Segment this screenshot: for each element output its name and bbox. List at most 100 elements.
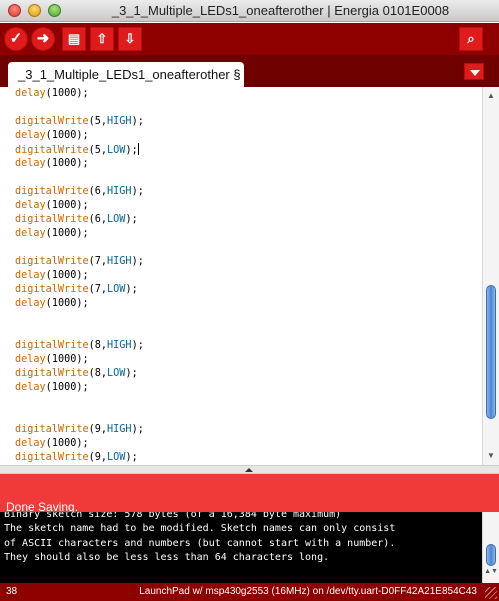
editor-scrollbar[interactable]: ▲ ▼	[482, 87, 499, 465]
code-argument: 8,	[94, 368, 108, 379]
pane-splitter[interactable]	[0, 465, 499, 474]
code-function: digitalWrite	[15, 368, 89, 379]
toolbar: ✓ ➜ ▤ ⇧ ⇩ ⌕	[0, 23, 499, 55]
code-function: digitalWrite	[15, 256, 89, 267]
console-line: Binary sketch size: 578 bytes (of a 16,3…	[4, 512, 342, 520]
code-constant: HIGH	[107, 340, 132, 351]
code-argument: 1000	[51, 438, 77, 449]
code-function: digitalWrite	[15, 340, 89, 351]
code-constant: LOW	[107, 452, 126, 463]
code-function: delay	[15, 228, 46, 239]
code-function: digitalWrite	[15, 145, 89, 156]
console-text: Binary sketch size: 578 bytes (of a 16,3…	[4, 512, 395, 566]
upload-button[interactable]: ➜	[31, 27, 55, 51]
code-line[interactable]: delay(1000);	[15, 199, 144, 213]
resize-grip-icon[interactable]	[485, 587, 497, 599]
code-line[interactable]: digitalWrite(8,LOW);	[15, 367, 144, 381]
tab-sketch[interactable]: _3_1_Multiple_LEDs1_oneafterother §	[8, 62, 244, 87]
console-line: They should also be less less than 64 ch…	[4, 552, 330, 564]
code-constant: LOW	[107, 214, 126, 225]
console-scroll-arrows-icon[interactable]: ▲▼	[483, 568, 499, 580]
code-line[interactable]: digitalWrite(6,HIGH);	[15, 185, 144, 199]
checkmark-icon: ✓	[9, 30, 23, 47]
code-argument: 1000	[51, 354, 77, 365]
code-argument: 7,	[94, 284, 108, 295]
code-function: delay	[15, 200, 46, 211]
console-line: of ASCII characters and numbers (but can…	[4, 537, 396, 549]
code-line[interactable]: digitalWrite(5,LOW);	[15, 143, 144, 157]
code-line[interactable]	[15, 101, 144, 115]
code-line[interactable]	[15, 325, 144, 339]
code-argument: 1000	[51, 130, 77, 141]
code-line[interactable]: delay(1000);	[15, 353, 144, 367]
code-line[interactable]: digitalWrite(7,LOW);	[15, 283, 144, 297]
serial-monitor-button[interactable]: ⌕	[459, 27, 483, 51]
console-scrollbar-thumb[interactable]	[486, 544, 496, 566]
code-function: delay	[15, 158, 46, 169]
scroll-down-arrow-icon[interactable]: ▼	[483, 449, 499, 463]
editor-scrollbar-thumb[interactable]	[486, 285, 496, 419]
code-line[interactable]: delay(1000);	[15, 269, 144, 283]
code-function: delay	[15, 438, 46, 449]
code-text[interactable]: delay(1000); digitalWrite(5,HIGH); delay(1…	[15, 87, 144, 465]
code-line[interactable]: delay(1000);	[15, 157, 144, 171]
new-sketch-button[interactable]: ▤	[62, 27, 86, 51]
code-line[interactable]: digitalWrite(5,HIGH);	[15, 115, 144, 129]
close-window-button[interactable]	[8, 4, 21, 17]
code-line[interactable]: digitalWrite(9,HIGH);	[15, 423, 144, 437]
code-line[interactable]	[15, 409, 144, 423]
code-function: digitalWrite	[15, 424, 89, 435]
right-arrow-icon: ➜	[36, 30, 50, 47]
tab-menu-button[interactable]	[464, 63, 484, 80]
code-argument: 5,	[94, 145, 108, 156]
code-function: digitalWrite	[15, 284, 89, 295]
code-line[interactable]: digitalWrite(9,LOW);	[15, 451, 144, 465]
code-line[interactable]: delay(1000);	[15, 87, 144, 101]
code-argument: 1000	[51, 298, 77, 309]
code-argument: 1000	[51, 88, 77, 99]
console-line: The sketch name had to be modified. Sket…	[4, 523, 396, 535]
code-line[interactable]: digitalWrite(6,LOW);	[15, 213, 144, 227]
down-arrow-icon: ⇩	[124, 31, 136, 46]
minimize-window-button[interactable]	[28, 4, 41, 17]
code-argument: 1000	[51, 228, 77, 239]
code-line[interactable]: delay(1000);	[15, 297, 144, 311]
code-function: digitalWrite	[15, 214, 89, 225]
code-constant: HIGH	[107, 186, 132, 197]
code-argument: 9,	[94, 424, 108, 435]
console-output[interactable]: Binary sketch size: 578 bytes (of a 16,3…	[0, 512, 482, 583]
code-line[interactable]	[15, 241, 144, 255]
console-scrollbar[interactable]: ▲▼	[482, 512, 499, 583]
code-line[interactable]	[15, 171, 144, 185]
code-argument: 5,	[94, 116, 108, 127]
code-line[interactable]: digitalWrite(7,HIGH);	[15, 255, 144, 269]
code-line[interactable]	[15, 395, 144, 409]
code-line[interactable]: delay(1000);	[15, 381, 144, 395]
code-function: delay	[15, 270, 46, 281]
code-constant: HIGH	[107, 116, 132, 127]
code-function: delay	[15, 88, 46, 99]
code-function: digitalWrite	[15, 186, 89, 197]
zoom-window-button[interactable]	[48, 4, 61, 17]
board-info: LaunchPad w/ msp430g2553 (16MHz) on /dev…	[139, 586, 477, 597]
tab-strip: _3_1_Multiple_LEDs1_oneafterother §	[0, 55, 499, 87]
code-line[interactable]: delay(1000);	[15, 129, 144, 143]
code-constant: HIGH	[107, 424, 132, 435]
scroll-up-arrow-icon[interactable]: ▲	[483, 89, 499, 103]
code-function: delay	[15, 382, 46, 393]
open-sketch-button[interactable]: ⇧	[90, 27, 114, 51]
code-argument: 6,	[94, 186, 108, 197]
code-argument: 1000	[51, 200, 77, 211]
code-editor[interactable]: delay(1000); digitalWrite(5,HIGH); delay(1…	[0, 87, 482, 465]
code-constant: HIGH	[107, 256, 132, 267]
code-line[interactable]: digitalWrite(8,HIGH);	[15, 339, 144, 353]
save-sketch-button[interactable]: ⇩	[118, 27, 142, 51]
code-line[interactable]: delay(1000);	[15, 437, 144, 451]
verify-button[interactable]: ✓	[4, 27, 28, 51]
code-line[interactable]	[15, 311, 144, 325]
code-argument: 6,	[94, 214, 108, 225]
window-title-bar: _3_1_Multiple_LEDs1_oneafterother | Ener…	[0, 0, 499, 22]
footer-bar: 38 LaunchPad w/ msp430g2553 (16MHz) on /…	[0, 583, 499, 601]
document-icon: ▤	[67, 31, 81, 46]
code-line[interactable]: delay(1000);	[15, 227, 144, 241]
